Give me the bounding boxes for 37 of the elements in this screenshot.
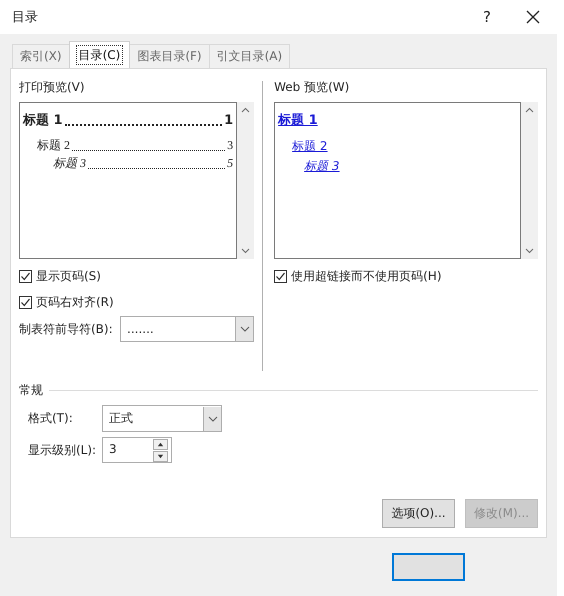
chevron-down-icon bbox=[208, 416, 218, 422]
toc-entry: 标题 1 1 bbox=[23, 112, 234, 129]
chevron-down-icon[interactable] bbox=[241, 248, 250, 254]
format-label: 格式(T): bbox=[28, 410, 74, 427]
levels-spinner[interactable]: 3 bbox=[102, 437, 172, 463]
default-button[interactable] bbox=[392, 553, 465, 581]
chevron-up-icon[interactable] bbox=[525, 107, 534, 113]
checkbox[interactable]: 使用超链接而不使用页码(H) bbox=[274, 268, 538, 284]
window-title: 目录 bbox=[12, 9, 39, 26]
toc-link[interactable]: 标题 1 bbox=[278, 113, 318, 128]
group-title: 常规 bbox=[19, 382, 43, 399]
chevron-down-icon bbox=[240, 326, 250, 332]
checkbox[interactable]: 页码右对齐(R) bbox=[19, 294, 254, 310]
check-icon bbox=[20, 270, 31, 282]
tab[interactable]: 引文目录(A) bbox=[208, 44, 290, 68]
check-icon bbox=[275, 270, 286, 282]
tab[interactable]: 索引(X) bbox=[12, 44, 70, 68]
leader-dropdown[interactable]: ....... bbox=[120, 316, 254, 342]
toc-link[interactable]: 标题 3 bbox=[304, 159, 340, 173]
checkbox[interactable]: 显示页码(S) bbox=[19, 268, 254, 284]
dialog-button[interactable]: 选项(O)... bbox=[382, 499, 455, 528]
help-button[interactable]: ? bbox=[465, 2, 509, 32]
check-icon bbox=[20, 296, 31, 308]
toc-entry: 标题 3 5 bbox=[53, 155, 234, 172]
chevron-down-icon[interactable] bbox=[525, 248, 534, 254]
leader-label: 制表符前导符(B): bbox=[19, 320, 114, 338]
scrollbar[interactable] bbox=[237, 102, 254, 259]
chevron-up-icon[interactable] bbox=[241, 107, 250, 113]
close-icon bbox=[526, 10, 540, 24]
section-label: Web 预览(W) bbox=[274, 79, 350, 96]
section-label: 打印预览(V) bbox=[19, 79, 86, 96]
toc-link[interactable]: 标题 2 bbox=[292, 139, 328, 153]
format-dropdown[interactable]: 正式 bbox=[102, 405, 222, 432]
scrollbar[interactable] bbox=[521, 102, 538, 259]
toc-entry: 标题 2 3 bbox=[37, 137, 234, 154]
tab[interactable]: 目录(C) bbox=[68, 41, 130, 68]
levels-label: 显示级别(L): bbox=[28, 442, 98, 458]
